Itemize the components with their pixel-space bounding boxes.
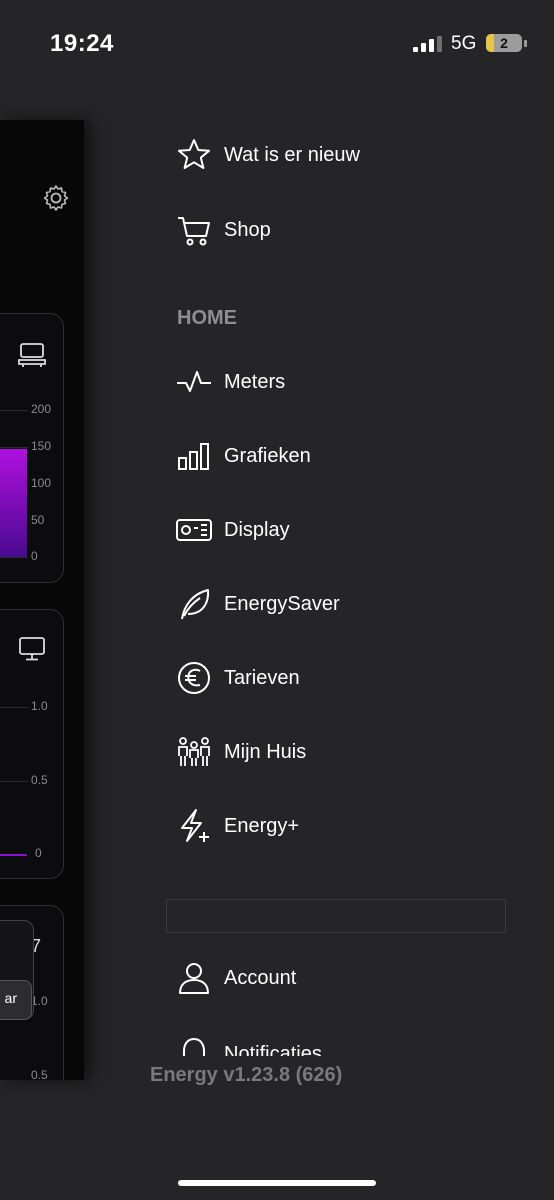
- menu-item-account[interactable]: Account: [176, 958, 296, 998]
- menu-item-label: EnergySaver: [224, 592, 340, 615]
- chart-card-display[interactable]: 1.0 0.5 0: [0, 609, 64, 879]
- chart-bar: [0, 449, 27, 557]
- cart-icon: [178, 217, 210, 246]
- menu-item-label: Mijn Huis: [224, 740, 307, 763]
- person-icon: [179, 963, 209, 994]
- network-label: 5G: [451, 33, 477, 54]
- family-icon: [178, 737, 210, 766]
- battery-nub: [524, 40, 527, 47]
- star-icon: [178, 139, 210, 169]
- euro-icon: [178, 662, 210, 694]
- pulse-icon: [177, 371, 211, 392]
- tick-label: 100: [31, 476, 52, 490]
- battery-level: 2: [500, 35, 508, 51]
- display-icon: [176, 519, 212, 541]
- meter-device-icon: [18, 343, 46, 367]
- main-app-panel[interactable]: 200 150 100 50 0 1.0 0.5 0 7 1.0 0.5 ar: [0, 120, 84, 1080]
- menu-item-display[interactable]: Display: [176, 510, 290, 550]
- menu-divider: [166, 899, 506, 933]
- menu-item-label: Display: [224, 518, 290, 541]
- tick-label: 50: [31, 513, 45, 527]
- chart-card-power[interactable]: 200 150 100 50 0: [0, 313, 64, 583]
- gear-icon[interactable]: [41, 183, 71, 213]
- chart-line: [0, 854, 27, 856]
- menu-item-label: Tarieven: [224, 666, 300, 689]
- tick-label: 0: [35, 846, 42, 860]
- menu-item-label: Notificaties: [224, 1042, 322, 1057]
- battery-icon: 2: [486, 34, 522, 52]
- tick-label: 1.0: [31, 699, 48, 713]
- popup-button-label: ar: [4, 990, 17, 1006]
- menu-item-tarieven[interactable]: Tarieven: [176, 658, 300, 698]
- tick-label: 200: [31, 402, 52, 416]
- tick-label: 0.5: [31, 1068, 48, 1080]
- tick-label: 0: [31, 549, 38, 563]
- menu-item-notificaties[interactable]: Notificaties: [176, 1036, 376, 1056]
- popup-button[interactable]: ar: [0, 980, 32, 1020]
- section-heading-home: HOME: [177, 307, 237, 329]
- menu-item-shop[interactable]: Shop: [176, 210, 271, 250]
- menu-item-mijn-huis[interactable]: Mijn Huis: [176, 732, 306, 772]
- signal-icon: [413, 36, 442, 52]
- menu-item-label: Account: [224, 966, 297, 989]
- menu-item-meters[interactable]: Meters: [176, 362, 285, 402]
- tick-label: 150: [31, 439, 52, 453]
- bar-chart-icon: [178, 443, 209, 470]
- menu-item-label: Energy+: [224, 814, 300, 837]
- status-time: 19:24: [50, 30, 114, 57]
- bell-icon: [183, 1038, 205, 1056]
- status-bar: 19:24 5G 2: [0, 0, 554, 90]
- monitor-icon: [19, 637, 45, 661]
- leaf-icon: [181, 589, 210, 620]
- menu-item-grafieken[interactable]: Grafieken: [176, 436, 311, 476]
- menu-item-label: Meters: [224, 370, 286, 393]
- tick-label: 0.5: [31, 773, 48, 787]
- menu-item-label: Shop: [224, 218, 271, 241]
- menu-item-energy-plus[interactable]: Energy+: [176, 806, 299, 846]
- menu-item-whats-new[interactable]: Wat is er nieuw: [176, 135, 360, 175]
- bolt-plus-icon: [181, 809, 209, 842]
- menu-item-label: Wat is er nieuw: [224, 143, 360, 166]
- app-version: Energy v1.23.8 (626): [150, 1064, 343, 1086]
- home-indicator[interactable]: [178, 1180, 376, 1186]
- menu-item-label: Grafieken: [224, 444, 311, 467]
- menu-item-energysaver[interactable]: EnergySaver: [176, 584, 340, 624]
